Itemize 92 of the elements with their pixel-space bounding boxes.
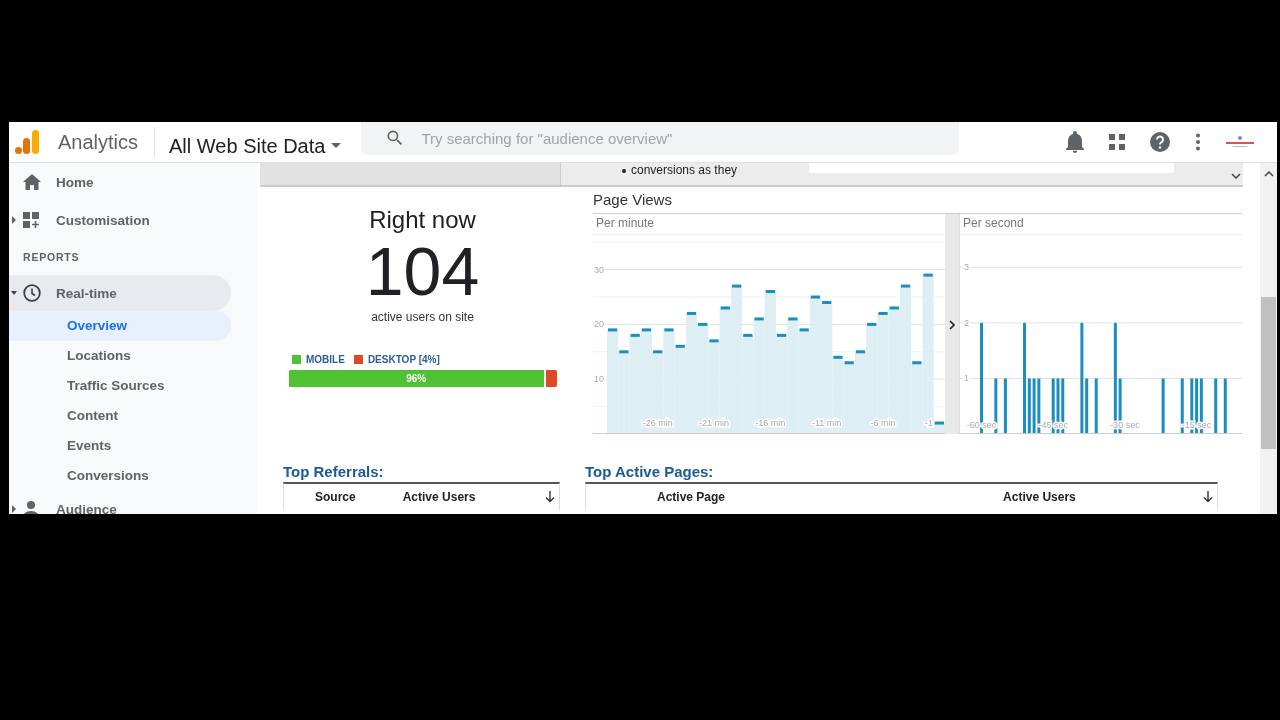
bar xyxy=(1094,378,1098,434)
expand-arrow-icon[interactable] xyxy=(11,216,17,224)
nav-item[interactable]: Home xyxy=(9,163,231,201)
nav-item[interactable]: Customisation xyxy=(9,201,231,239)
home-icon xyxy=(23,174,41,190)
nav-subitem[interactable]: Traffic Sources xyxy=(9,371,231,401)
person-icon xyxy=(23,501,39,514)
bar xyxy=(843,362,855,434)
search-field[interactable]: Try searching for "audience overview" xyxy=(361,122,960,155)
bar xyxy=(1161,378,1165,434)
axis-tick-label: -16 min xyxy=(755,418,786,428)
axis-tick-label: 30 xyxy=(594,264,604,275)
bar xyxy=(1180,378,1184,434)
bar-cap xyxy=(709,339,719,343)
axis-tick-label: 2 xyxy=(964,317,969,328)
dashboard-plus-icon xyxy=(23,212,39,228)
axis-tick-label: -21 min xyxy=(699,418,730,428)
scroll-up-icon[interactable] xyxy=(1263,171,1274,177)
analytics-logo xyxy=(14,129,40,155)
axis-tick-label: -6 min xyxy=(870,418,896,428)
product-name: Analytics xyxy=(58,130,139,154)
more-options-icon[interactable] xyxy=(1195,133,1201,151)
bullet-text: conversions as they xyxy=(631,163,738,177)
view-selector[interactable]: All Web Site Data xyxy=(169,126,342,158)
table-title: Top Referrals: xyxy=(283,463,385,482)
expand-arrow-icon[interactable] xyxy=(11,505,17,513)
section-header: REPORTS xyxy=(22,250,81,265)
apps-grid-icon[interactable] xyxy=(1109,134,1125,150)
table-title: Top Active Pages: xyxy=(585,463,715,482)
bar xyxy=(1214,378,1218,434)
nav-subitem[interactable]: Conversions xyxy=(9,461,231,491)
bar-cap xyxy=(686,311,697,315)
column-header[interactable]: Active Page xyxy=(657,490,726,504)
bar xyxy=(1003,378,1007,434)
expand-arrow-icon[interactable] xyxy=(11,289,17,297)
bar-cap xyxy=(855,350,866,354)
help-icon[interactable] xyxy=(1149,131,1171,153)
bar-cap xyxy=(912,361,922,365)
axis-tick-label: -11 min xyxy=(812,418,842,428)
nav-item[interactable]: Real-time xyxy=(9,275,231,311)
bar-cap xyxy=(777,333,787,337)
nav-subitem[interactable]: Events xyxy=(9,431,231,461)
bar-cap xyxy=(608,328,618,332)
bar-cap xyxy=(754,317,764,321)
clock-icon xyxy=(23,284,41,302)
caret-icon xyxy=(331,143,342,149)
page-views-title: Page Views xyxy=(593,191,673,210)
chevron-right-icon[interactable] xyxy=(949,320,955,330)
legend-label: DESKTOP [4%] xyxy=(367,354,440,365)
nav-subitem[interactable]: Overview xyxy=(9,311,231,341)
bar-cap xyxy=(720,306,730,310)
axis-tick-label: 20 xyxy=(594,319,604,330)
bar-cap xyxy=(810,295,821,299)
column-header[interactable]: Active Users xyxy=(402,490,476,504)
bar-cap xyxy=(731,284,742,288)
mobile-share-fill: 96% xyxy=(288,370,546,387)
axis-tick-label: -30 sec xyxy=(1110,420,1140,430)
bar-cap xyxy=(698,322,708,326)
bar-cap xyxy=(675,344,685,348)
axis-tick-label: 3 xyxy=(964,262,969,273)
nav-item[interactable]: Audience xyxy=(9,491,231,514)
axis-tick-label: -1 xyxy=(924,418,933,428)
bar xyxy=(994,378,998,434)
axis-tick-label: -26 min xyxy=(642,418,673,428)
sort-arrow-icon[interactable] xyxy=(545,491,555,503)
axis-tick-label: 10 xyxy=(594,374,604,385)
bar-cap xyxy=(664,328,674,332)
bar-cap xyxy=(923,273,933,277)
account-avatar-icon[interactable] xyxy=(1225,135,1255,149)
bar-cap xyxy=(743,333,753,337)
column-header[interactable]: Source xyxy=(315,490,356,504)
legend-label: MOBILE xyxy=(306,354,345,365)
notifications-bell-icon[interactable] xyxy=(1065,131,1085,153)
chart-title: Per second xyxy=(962,215,1025,232)
right-now-heading: Right now xyxy=(369,206,476,234)
sort-arrow-icon[interactable] xyxy=(1203,491,1213,503)
bar-cap xyxy=(765,290,775,294)
column-header[interactable]: Active Users xyxy=(1003,490,1076,504)
bar-cap xyxy=(653,350,663,354)
nav-subitem[interactable]: Locations xyxy=(9,341,231,371)
bar-cap xyxy=(934,421,944,425)
scrollbar-thumb[interactable] xyxy=(1261,297,1276,449)
bar xyxy=(1223,378,1227,434)
active-users-count: 104 xyxy=(365,235,480,307)
chevron-down-icon[interactable] xyxy=(1231,173,1242,179)
chart-title: Per minute xyxy=(595,215,656,232)
bar-cap xyxy=(822,301,832,304)
bar-cap xyxy=(900,284,911,288)
nav-subitem[interactable]: Content xyxy=(9,401,231,431)
axis-tick-label: 1 xyxy=(964,373,969,384)
count-caption: active users on site xyxy=(371,310,474,324)
bar-cap xyxy=(619,350,629,354)
